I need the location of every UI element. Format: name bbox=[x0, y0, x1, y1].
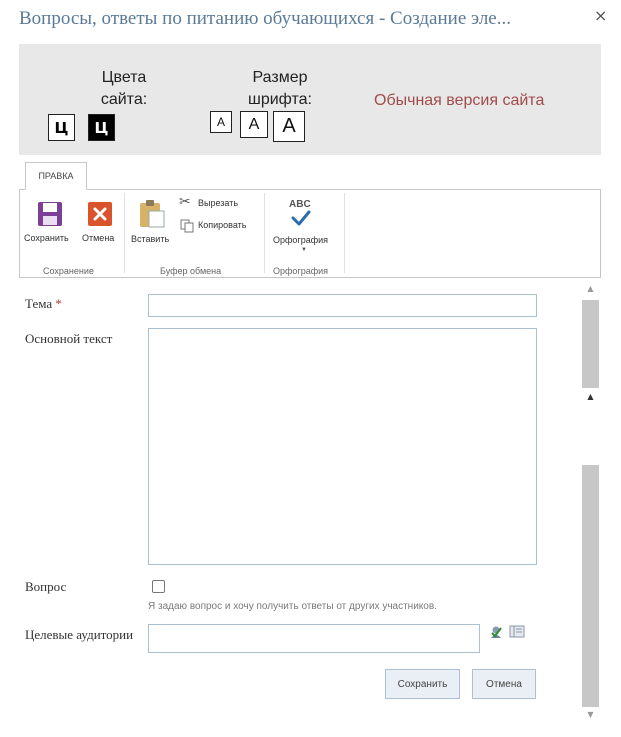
font-size-label-line1: Размер bbox=[252, 69, 308, 86]
ribbon-separator bbox=[264, 193, 265, 273]
site-colors-label-line2: сайта: bbox=[100, 91, 148, 108]
copy-pages-icon bbox=[180, 219, 194, 233]
question-hint: Я задаю вопрос и хочу получить ответы от… bbox=[148, 601, 437, 612]
ribbon-paste-label: Вставить bbox=[131, 234, 170, 244]
spelling-icon-text: ABC bbox=[289, 199, 311, 210]
color-scheme-light-button[interactable]: Ц bbox=[48, 114, 75, 141]
body-textarea[interactable] bbox=[148, 328, 537, 565]
body-label: Основной текст bbox=[25, 331, 113, 346]
font-size-large-button[interactable]: A bbox=[273, 111, 305, 142]
clipboard-icon bbox=[140, 200, 165, 228]
subject-input[interactable] bbox=[148, 294, 537, 317]
check-names-icon[interactable] bbox=[489, 625, 503, 639]
ribbon-cancel-button[interactable]: Отмена bbox=[81, 199, 121, 247]
required-marker: * bbox=[55, 296, 62, 311]
ribbon-cancel-label: Отмена bbox=[82, 233, 115, 243]
scroll-up-icon[interactable]: ▲ bbox=[582, 284, 599, 293]
scroll-up-icon[interactable]: ▲ bbox=[582, 392, 599, 401]
audience-input[interactable] bbox=[148, 624, 480, 653]
scroll-down-icon[interactable]: ▼ bbox=[582, 710, 599, 719]
group-save-label: Сохранение bbox=[43, 266, 94, 276]
red-x-icon bbox=[88, 202, 112, 226]
ribbon-save-label: Сохранить bbox=[24, 233, 69, 243]
subject-label: Тема * bbox=[25, 296, 62, 312]
scroll-thumb[interactable] bbox=[582, 300, 599, 388]
dialog-title: Вопросы, ответы по питанию обучающихся -… bbox=[19, 8, 511, 29]
color-scheme-dark-button[interactable]: Ц bbox=[88, 114, 115, 141]
font-size-label-line2: шрифта: bbox=[248, 91, 312, 108]
group-spelling-label: Орфография bbox=[273, 266, 329, 276]
ribbon-cut-button[interactable]: ✂ Вырезать bbox=[179, 194, 259, 212]
font-size-label: Размер шрифта: bbox=[247, 67, 313, 111]
site-colors-label-line1: Цвета bbox=[101, 69, 147, 86]
scroll-thumb[interactable] bbox=[582, 465, 599, 707]
ribbon-separator bbox=[344, 193, 345, 273]
question-checkbox[interactable] bbox=[152, 580, 165, 593]
ribbon-paste-button[interactable]: Вставить bbox=[130, 197, 176, 247]
site-colors-label: Цвета сайта: bbox=[98, 67, 150, 111]
ribbon-copy-label: Копировать bbox=[198, 220, 247, 230]
ribbon-save-button[interactable]: Сохранить bbox=[24, 199, 76, 247]
ribbon-cut-label: Вырезать bbox=[198, 198, 239, 208]
subject-label-text: Тема bbox=[25, 296, 53, 311]
font-size-small-button[interactable]: A bbox=[210, 111, 232, 133]
scissors-icon: ✂ bbox=[179, 194, 191, 210]
floppy-disk-icon bbox=[38, 202, 62, 226]
ribbon-copy-button[interactable]: Копировать bbox=[179, 218, 259, 234]
ribbon-spelling-button[interactable]: ABC Орфография ▼ bbox=[271, 197, 337, 255]
question-label: Вопрос bbox=[25, 579, 67, 594]
address-book-icon[interactable] bbox=[509, 625, 525, 638]
checkmark-icon bbox=[291, 210, 311, 226]
group-clipboard-label: Буфер обмена bbox=[160, 266, 222, 276]
abc-checkmark-icon: ABC bbox=[289, 199, 311, 226]
save-button[interactable]: Сохранить bbox=[385, 669, 460, 699]
ribbon-spelling-label: Орфография bbox=[273, 235, 329, 245]
cancel-button[interactable]: Отмена bbox=[472, 669, 536, 699]
normal-version-link[interactable]: Обычная версия сайта bbox=[374, 92, 544, 110]
ribbon-separator bbox=[124, 193, 125, 273]
chevron-down-icon: ▼ bbox=[301, 247, 307, 253]
close-icon[interactable]: × bbox=[594, 6, 607, 25]
audience-label: Целевые аудитории bbox=[25, 627, 134, 642]
font-size-medium-button[interactable]: A bbox=[240, 111, 268, 138]
tab-edit[interactable]: ПРАВКА bbox=[25, 162, 87, 190]
